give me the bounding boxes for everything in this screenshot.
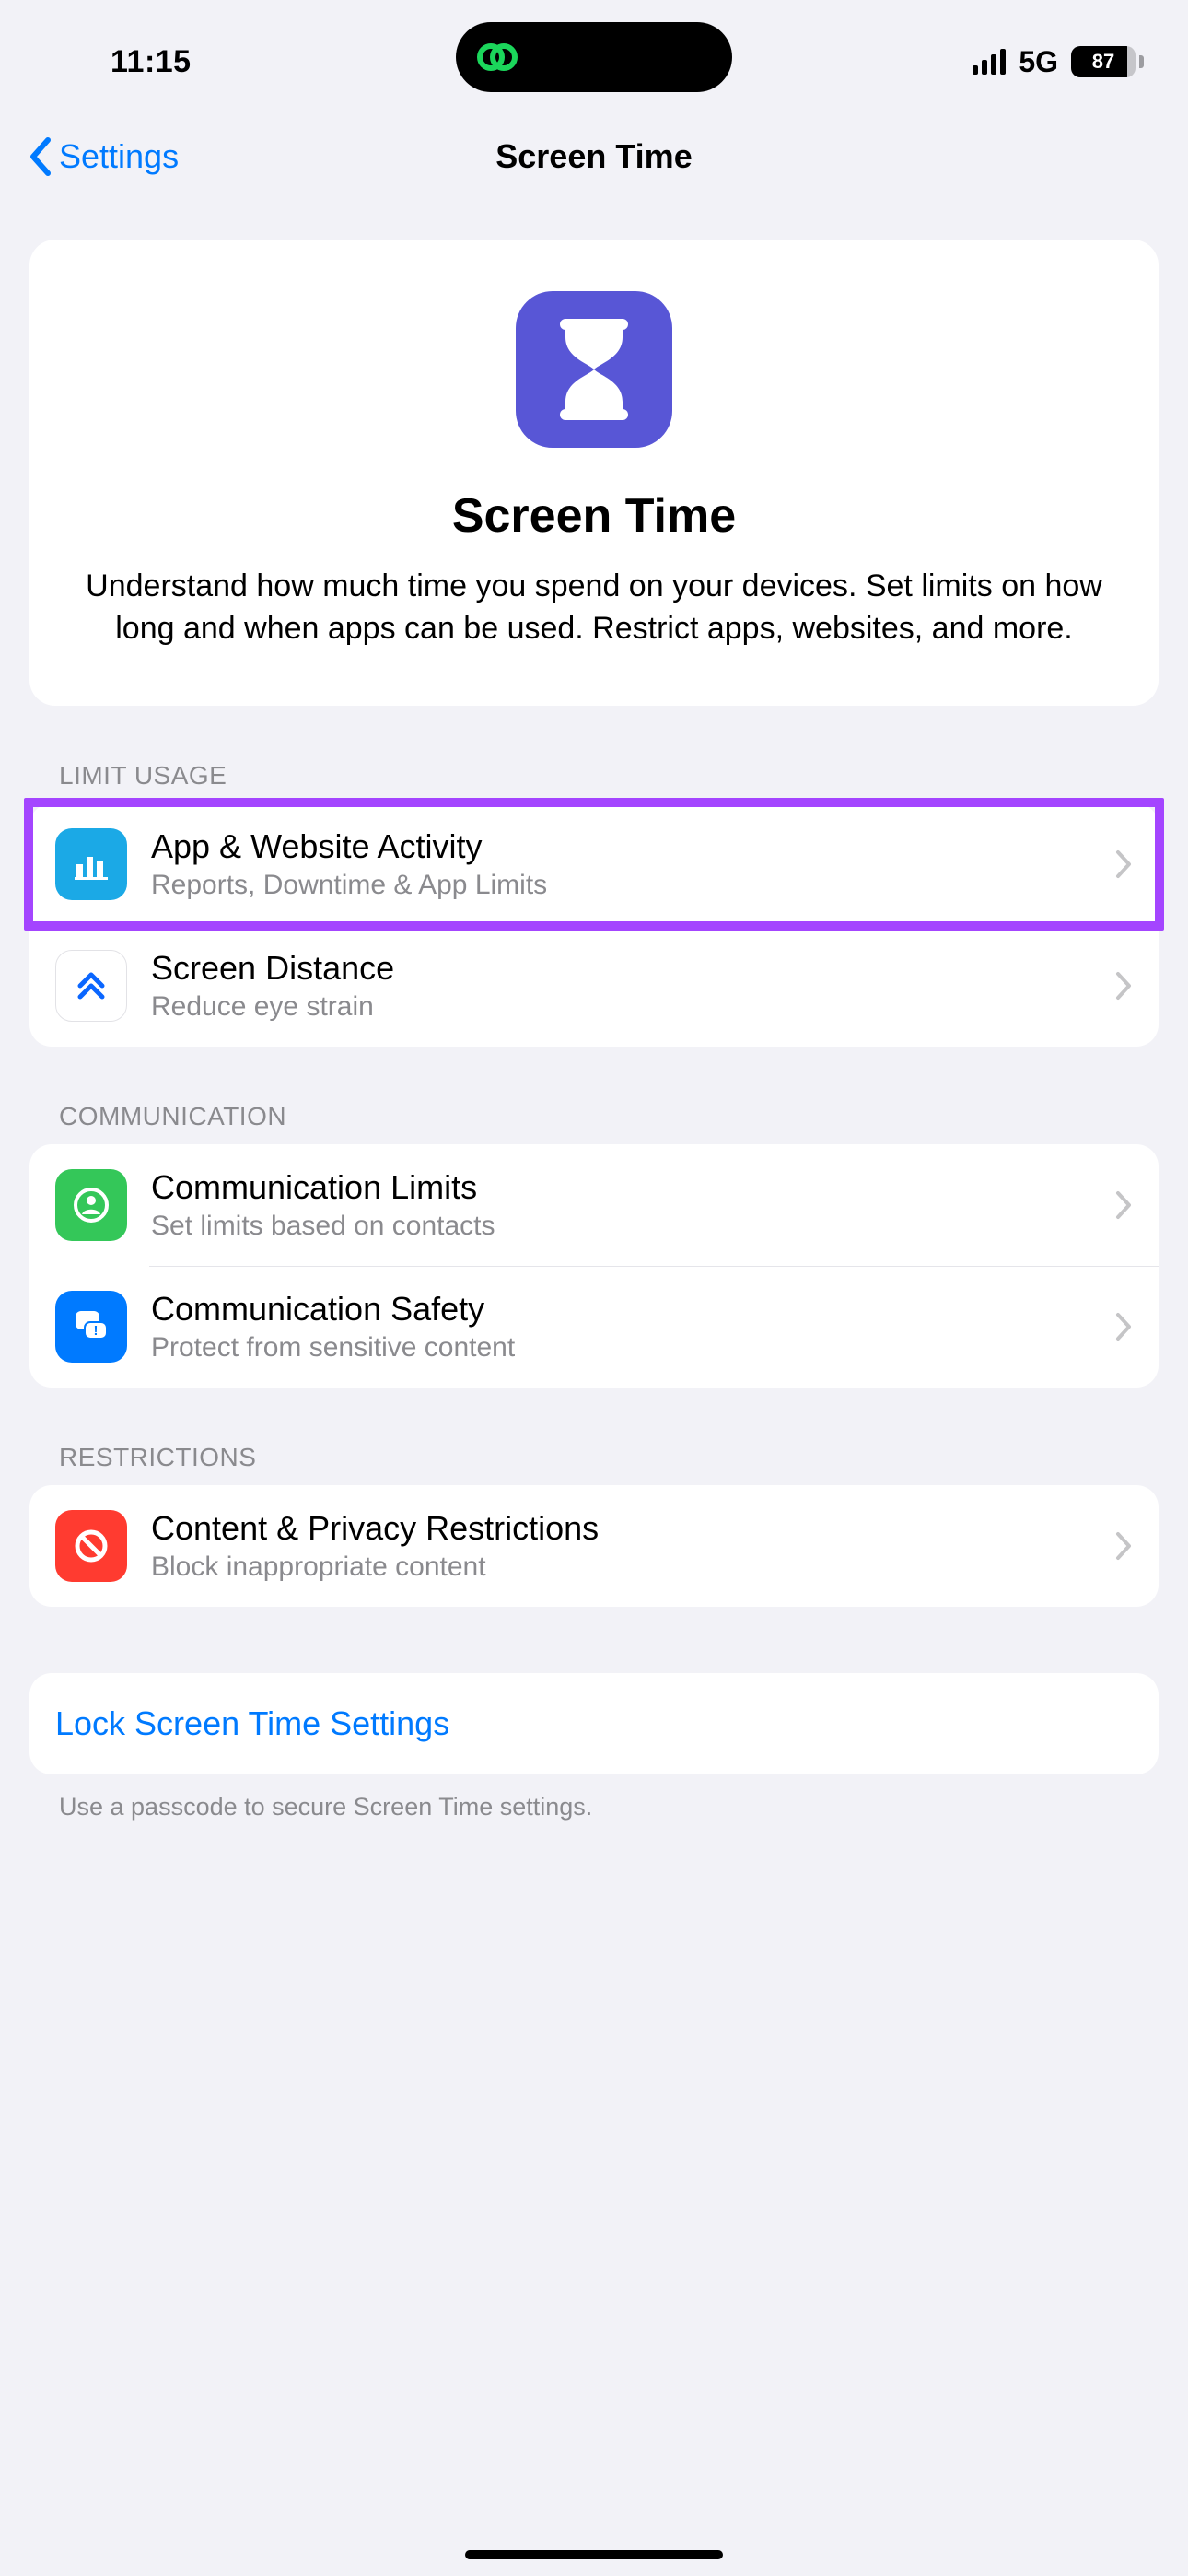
list-group-communication: Communication Limits Set limits based on… xyxy=(29,1144,1159,1388)
link-icon xyxy=(471,31,522,83)
row-title: Screen Distance xyxy=(151,949,1100,988)
list-group-lock: Lock Screen Time Settings xyxy=(29,1673,1159,1774)
nav-bar: Settings Screen Time xyxy=(0,101,1188,212)
chevron-right-icon xyxy=(1100,1189,1133,1221)
row-subtitle: Reduce eye strain xyxy=(151,991,1100,1023)
chevrons-up-icon xyxy=(55,950,127,1022)
chevron-right-icon xyxy=(1100,1530,1133,1562)
no-entry-icon xyxy=(55,1510,127,1582)
section-footer-lock: Use a passcode to secure Screen Time set… xyxy=(29,1774,1159,1821)
cell-signal-icon xyxy=(973,49,1006,75)
back-label: Settings xyxy=(59,137,179,176)
home-indicator[interactable] xyxy=(465,2550,723,2559)
row-title: Lock Screen Time Settings xyxy=(55,1704,1133,1743)
section-header-limit-usage: LIMIT USAGE xyxy=(29,706,1159,803)
row-screen-distance[interactable]: Screen Distance Reduce eye strain xyxy=(29,925,1159,1047)
row-subtitle: Block inappropriate content xyxy=(151,1551,1100,1583)
hero-title: Screen Time xyxy=(74,488,1114,544)
row-title: Communication Safety xyxy=(151,1290,1100,1329)
svg-text:!: ! xyxy=(94,1323,99,1339)
chevron-right-icon xyxy=(1100,970,1133,1001)
status-bar: 11:15 5G 87 xyxy=(0,0,1188,101)
dynamic-island[interactable] xyxy=(456,22,732,92)
row-title: Content & Privacy Restrictions xyxy=(151,1509,1100,1548)
section-header-restrictions: RESTRICTIONS xyxy=(29,1388,1159,1485)
back-button[interactable]: Settings xyxy=(0,136,179,177)
battery-percent: 87 xyxy=(1092,50,1114,74)
row-subtitle: Set limits based on contacts xyxy=(151,1211,1100,1242)
list-group-restrictions: Content & Privacy Restrictions Block ina… xyxy=(29,1485,1159,1607)
chevron-right-icon xyxy=(1100,849,1133,880)
network-type: 5G xyxy=(1019,45,1058,79)
row-title: App & Website Activity xyxy=(151,827,1100,866)
bar-chart-icon xyxy=(55,828,127,900)
battery-indicator: 87 xyxy=(1071,46,1144,77)
chevron-right-icon xyxy=(1100,1311,1133,1342)
chevron-left-icon xyxy=(28,136,55,177)
row-lock-screen-time-settings[interactable]: Lock Screen Time Settings xyxy=(29,1673,1159,1774)
section-header-communication: COMMUNICATION xyxy=(29,1047,1159,1144)
hourglass-icon xyxy=(516,291,672,448)
hero-description: Understand how much time you spend on yo… xyxy=(74,566,1114,650)
row-subtitle: Protect from sensitive content xyxy=(151,1332,1100,1364)
person-circle-icon xyxy=(55,1169,127,1241)
row-communication-limits[interactable]: Communication Limits Set limits based on… xyxy=(29,1144,1159,1266)
row-subtitle: Reports, Downtime & App Limits xyxy=(151,870,1100,901)
row-content-privacy-restrictions[interactable]: Content & Privacy Restrictions Block ina… xyxy=(29,1485,1159,1607)
chat-bubbles-icon: ! xyxy=(55,1291,127,1363)
row-communication-safety[interactable]: ! Communication Safety Protect from sens… xyxy=(29,1266,1159,1388)
row-title: Communication Limits xyxy=(151,1168,1100,1207)
hero-card: Screen Time Understand how much time you… xyxy=(29,240,1159,706)
list-group-limit-usage: App & Website Activity Reports, Downtime… xyxy=(29,803,1159,1047)
status-time: 11:15 xyxy=(37,44,313,80)
row-app-website-activity[interactable]: App & Website Activity Reports, Downtime… xyxy=(29,803,1159,925)
